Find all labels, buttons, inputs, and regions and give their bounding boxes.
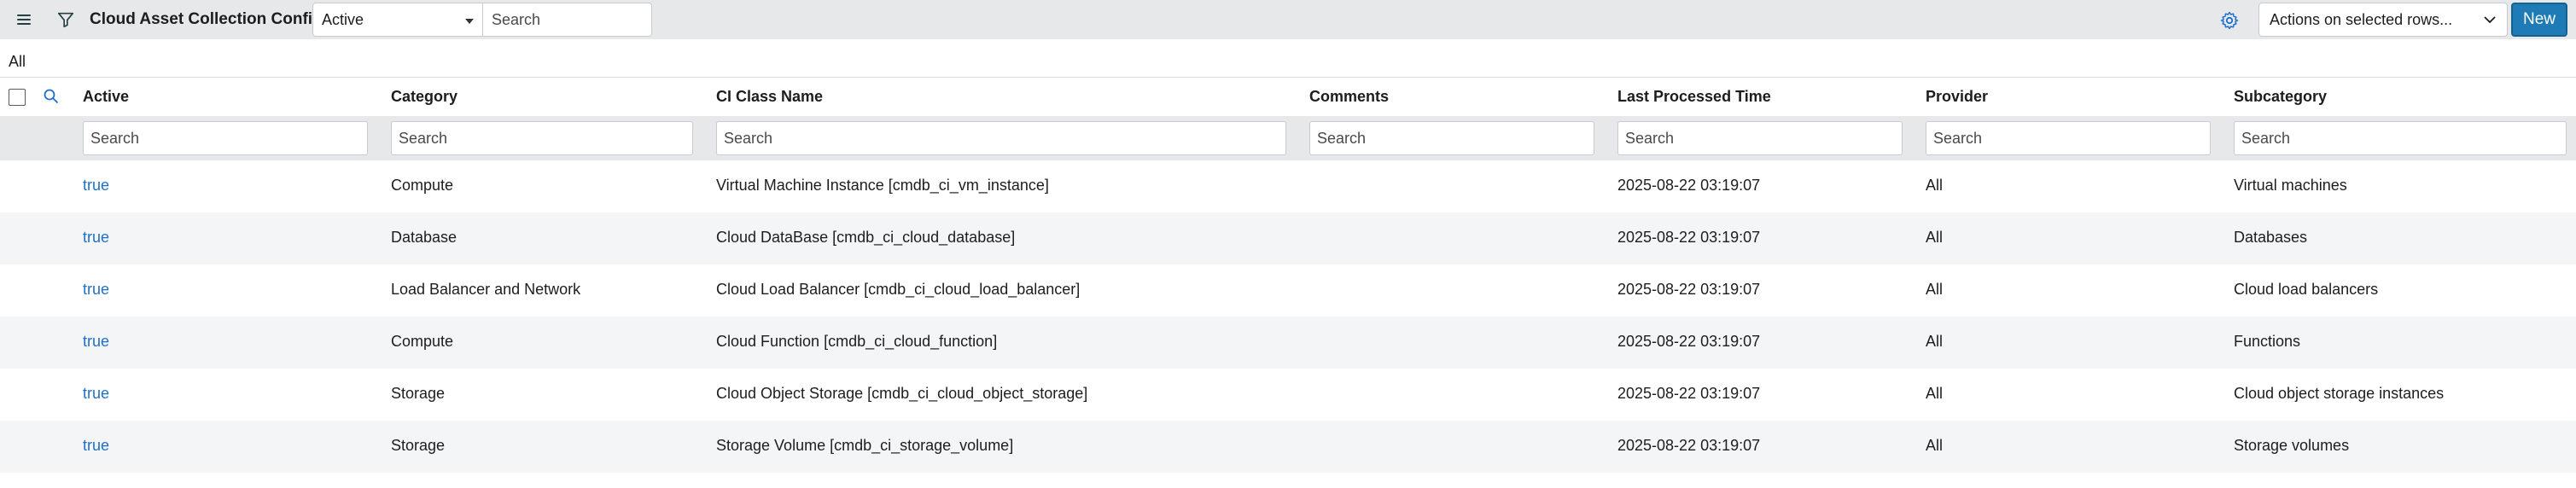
search-field-value: Active (322, 11, 364, 28)
divider (0, 77, 2576, 78)
cell-provider: All (1926, 437, 1944, 454)
column-header-ci-class-name[interactable]: CI Class Name (716, 88, 823, 106)
chevron-down-icon (465, 19, 474, 24)
cell-last-processed-time: 2025-08-22 03:19:07 (1617, 281, 1761, 298)
search-input-provider[interactable] (1926, 121, 2211, 155)
search-input-category[interactable] (391, 121, 693, 155)
cell-active[interactable]: true (83, 437, 109, 455)
search-input-ci-class-name[interactable] (716, 121, 1286, 155)
cell-subcategory: Functions (2234, 333, 2301, 350)
chevron-down-icon (2484, 16, 2496, 24)
column-header-last-processed-time[interactable]: Last Processed Time (1617, 88, 1771, 106)
cell-last-processed-time: 2025-08-22 03:19:07 (1617, 229, 1761, 246)
actions-on-selected-rows-select[interactable]: Actions on selected rows... (2258, 3, 2508, 37)
cell-active[interactable]: true (83, 333, 109, 351)
search-input-active[interactable] (83, 121, 368, 155)
cell-last-processed-time: 2025-08-22 03:19:07 (1617, 333, 1761, 350)
search-input-last-processed-time[interactable] (1617, 121, 1903, 155)
header-search-input[interactable] (483, 3, 652, 37)
cell-last-processed-time: 2025-08-22 03:19:07 (1617, 177, 1761, 194)
cell-subcategory: Databases (2234, 229, 2308, 246)
cell-subcategory: Cloud load balancers (2234, 281, 2379, 298)
column-header-active[interactable]: Active (83, 88, 129, 106)
cell-active[interactable]: true (83, 385, 109, 403)
table-row: true Compute Cloud Function [cmdb_ci_clo… (0, 317, 2576, 369)
table-header-row: Active Category CI Class Name Comments L… (0, 78, 2576, 116)
cell-provider: All (1926, 281, 1944, 298)
cell-category: Storage (391, 385, 446, 402)
cell-category: Database (391, 229, 458, 246)
search-input-comments[interactable] (1309, 121, 1594, 155)
table-row: true Storage Cloud Object Storage [cmdb_… (0, 369, 2576, 421)
cell-last-processed-time: 2025-08-22 03:19:07 (1617, 437, 1761, 454)
actions-select-label: Actions on selected rows... (2270, 11, 2453, 28)
cell-ci-class-name: Cloud Load Balancer [cmdb_ci_cloud_load_… (716, 281, 1081, 298)
cell-provider: All (1926, 177, 1944, 194)
search-input-subcategory[interactable] (2234, 121, 2567, 155)
cell-subcategory: Virtual machines (2234, 177, 2347, 194)
breadcrumb[interactable]: All (9, 53, 26, 71)
table-row: true Load Balancer and Network Cloud Loa… (0, 264, 2576, 317)
cell-ci-class-name: Cloud Object Storage [cmdb_ci_cloud_obje… (716, 385, 1088, 402)
column-header-subcategory[interactable]: Subcategory (2234, 88, 2327, 106)
menu-icon[interactable] (17, 11, 34, 28)
table-row: true Storage Storage Volume [cmdb_ci_sto… (0, 421, 2576, 473)
filter-icon[interactable] (56, 10, 75, 29)
cell-active[interactable]: true (83, 281, 109, 299)
cell-active[interactable]: true (83, 177, 109, 195)
table-row: true Compute Virtual Machine Instance [c… (0, 160, 2576, 212)
cell-ci-class-name: Cloud DataBase [cmdb_ci_cloud_database] (716, 229, 1016, 246)
cell-subcategory: Cloud object storage instances (2234, 385, 2445, 402)
column-header-comments[interactable]: Comments (1309, 88, 1389, 106)
cell-ci-class-name: Cloud Function [cmdb_ci_cloud_function] (716, 333, 998, 350)
search-field-select[interactable]: Active (312, 3, 483, 37)
select-all-checkbox[interactable] (9, 89, 26, 106)
list-header: Cloud Asset Collection Configs Active Ac… (0, 0, 2576, 39)
page-title: Cloud Asset Collection Configs (90, 10, 332, 28)
column-search-row (0, 116, 2576, 160)
cell-category: Compute (391, 177, 454, 194)
search-icon[interactable] (43, 88, 60, 105)
cell-category: Compute (391, 333, 454, 350)
cell-active[interactable]: true (83, 229, 109, 247)
table-row: true Database Cloud DataBase [cmdb_ci_cl… (0, 212, 2576, 264)
column-header-category[interactable]: Category (391, 88, 458, 106)
cell-ci-class-name: Storage Volume [cmdb_ci_storage_volume] (716, 437, 1014, 454)
cell-provider: All (1926, 385, 1944, 402)
cell-last-processed-time: 2025-08-22 03:19:07 (1617, 385, 1761, 402)
cell-provider: All (1926, 333, 1944, 350)
cell-ci-class-name: Virtual Machine Instance [cmdb_ci_vm_ins… (716, 177, 1049, 194)
cell-category: Storage (391, 437, 446, 454)
cell-category: Load Balancer and Network (391, 281, 581, 298)
gear-icon[interactable] (2219, 10, 2240, 31)
new-button[interactable]: New (2511, 3, 2567, 37)
cell-provider: All (1926, 229, 1944, 246)
cell-subcategory: Storage volumes (2234, 437, 2350, 454)
column-header-provider[interactable]: Provider (1926, 88, 1988, 106)
